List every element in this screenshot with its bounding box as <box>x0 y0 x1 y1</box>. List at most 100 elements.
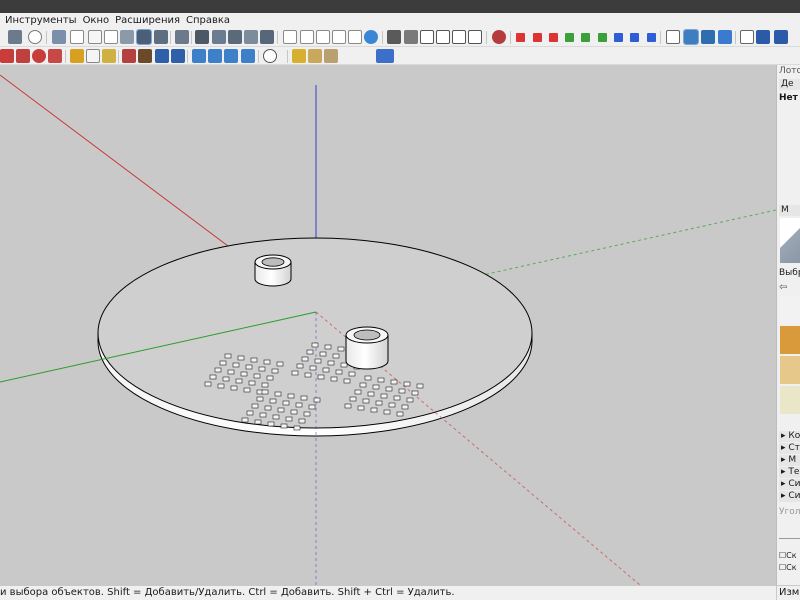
grid-hole <box>232 362 240 368</box>
walk-icon[interactable] <box>740 30 754 44</box>
layers-icon[interactable] <box>136 29 152 45</box>
collapsed-panel[interactable]: ▸ М <box>779 455 800 466</box>
arrow-green-icon[interactable] <box>598 33 607 42</box>
arrow-green-icon[interactable] <box>565 33 574 42</box>
scale-icon[interactable] <box>48 49 62 63</box>
checkbox-2[interactable]: ☐Ск <box>779 563 800 572</box>
trim-icon[interactable] <box>244 30 258 44</box>
move-icon[interactable] <box>16 49 30 63</box>
material-swatch[interactable] <box>780 296 800 324</box>
follow-me-icon[interactable] <box>0 49 14 63</box>
subtract-icon[interactable] <box>228 30 242 44</box>
back-view-icon[interactable] <box>452 30 466 44</box>
collapsed-panel[interactable]: ▸ Ко <box>779 431 800 442</box>
protractor-icon[interactable] <box>86 49 100 63</box>
arrow-red-icon[interactable] <box>549 33 558 42</box>
materials-icon[interactable] <box>154 30 168 44</box>
measurements-label: Измер <box>776 586 800 600</box>
share-model-icon[interactable] <box>332 30 346 44</box>
entity-info-header[interactable]: Де <box>779 79 800 90</box>
material-preview <box>780 218 800 263</box>
grid-hole <box>396 411 404 417</box>
record-icon[interactable] <box>492 30 506 44</box>
select-tool-icon[interactable] <box>8 30 22 44</box>
component-icon[interactable] <box>52 30 66 44</box>
left-view-icon[interactable] <box>468 30 482 44</box>
share-component-icon[interactable] <box>348 30 362 44</box>
arrow-blue-icon[interactable] <box>614 33 623 42</box>
style-shaded-icon[interactable] <box>241 49 255 63</box>
pencil-icon[interactable] <box>88 30 102 44</box>
move-tool-icon[interactable] <box>666 30 680 44</box>
grid-hole <box>416 383 424 389</box>
camera-icon[interactable] <box>175 30 189 44</box>
arrow-blue-icon[interactable] <box>647 33 656 42</box>
arrow-red-icon[interactable] <box>533 33 542 42</box>
grid-hole <box>411 390 419 396</box>
collapsed-panel[interactable]: ▸ Си <box>779 479 800 490</box>
text-style-icon[interactable] <box>376 49 394 63</box>
sandbox-smoove-icon[interactable] <box>324 49 338 63</box>
sandbox-scratch-icon[interactable] <box>308 49 322 63</box>
default-tray: Лоток Де Нет М Выбра ⇦ ▸ Ко▸ Ст▸ М▸ Те▸ … <box>776 65 800 585</box>
material-swatch[interactable] <box>780 326 800 354</box>
union-icon[interactable] <box>212 30 226 44</box>
collapsed-panel[interactable]: ▸ Си <box>779 491 800 502</box>
add-location-icon[interactable] <box>283 30 297 44</box>
collapsed-panel[interactable]: ▸ Те <box>779 467 800 478</box>
grid-hole <box>330 376 338 382</box>
split-icon[interactable] <box>260 30 274 44</box>
model-info-icon[interactable] <box>28 30 42 44</box>
solid-tools-icon[interactable] <box>195 30 209 44</box>
style-wireframe-icon[interactable] <box>208 49 222 63</box>
grid-hole <box>222 376 230 382</box>
account-icon[interactable] <box>263 49 277 63</box>
position-camera-icon[interactable] <box>756 30 770 44</box>
zoom-icon[interactable] <box>718 30 732 44</box>
orbit-tool-icon[interactable] <box>138 49 152 63</box>
top-view-icon[interactable] <box>404 30 418 44</box>
back-arrow-icon[interactable]: ⇦ <box>779 282 800 293</box>
arrow-green-icon[interactable] <box>581 33 590 42</box>
menu-help[interactable]: Справка <box>183 13 233 28</box>
toggle-terrain-icon[interactable] <box>300 30 314 44</box>
grid-hole <box>313 397 321 403</box>
materials-header[interactable]: М <box>779 205 800 216</box>
material-swatch[interactable] <box>780 386 800 414</box>
collapsed-panel[interactable]: ▸ Ст <box>779 443 800 454</box>
pan-icon[interactable] <box>701 30 715 44</box>
dimension-icon[interactable] <box>102 49 116 63</box>
menu-extensions[interactable]: Расширения <box>112 13 183 28</box>
arrow-red-icon[interactable] <box>516 33 525 42</box>
warehouse-icon[interactable] <box>316 30 330 44</box>
rotate-icon[interactable] <box>32 49 46 63</box>
dropdown-arrow-icon[interactable] <box>278 49 285 63</box>
tape-measure-icon[interactable] <box>70 49 84 63</box>
rectangle-icon[interactable] <box>104 30 118 44</box>
front-view-icon[interactable] <box>420 30 434 44</box>
select-tab[interactable]: Выбра <box>779 268 800 278</box>
extension-warehouse-icon[interactable] <box>364 30 378 44</box>
menu-window[interactable]: Окно <box>80 13 113 28</box>
zoom-window-icon[interactable] <box>155 49 169 63</box>
style-xray-icon[interactable] <box>192 49 206 63</box>
modeling-viewport[interactable] <box>0 65 776 585</box>
checkbox-1[interactable]: ☐Ск <box>779 551 800 560</box>
zoom-extents-icon[interactable] <box>171 49 185 63</box>
grid-hole <box>398 388 406 394</box>
sandbox-icon[interactable] <box>292 49 306 63</box>
eraser-icon[interactable] <box>70 30 84 44</box>
checkbox-label: Ск <box>786 563 797 572</box>
look-around-icon[interactable] <box>774 30 788 44</box>
paint-icon[interactable] <box>122 49 136 63</box>
iso-view-icon[interactable] <box>387 30 401 44</box>
angle-slider[interactable] <box>779 538 800 539</box>
arrow-blue-icon[interactable] <box>630 33 639 42</box>
orbit-icon[interactable] <box>683 29 699 45</box>
right-view-icon[interactable] <box>436 30 450 44</box>
push-pull-icon[interactable] <box>120 30 134 44</box>
style-hidden-line-icon[interactable] <box>224 49 238 63</box>
grid-hole <box>282 400 290 406</box>
material-swatch[interactable] <box>780 356 800 384</box>
menu-tools[interactable]: Инструменты <box>2 13 80 28</box>
